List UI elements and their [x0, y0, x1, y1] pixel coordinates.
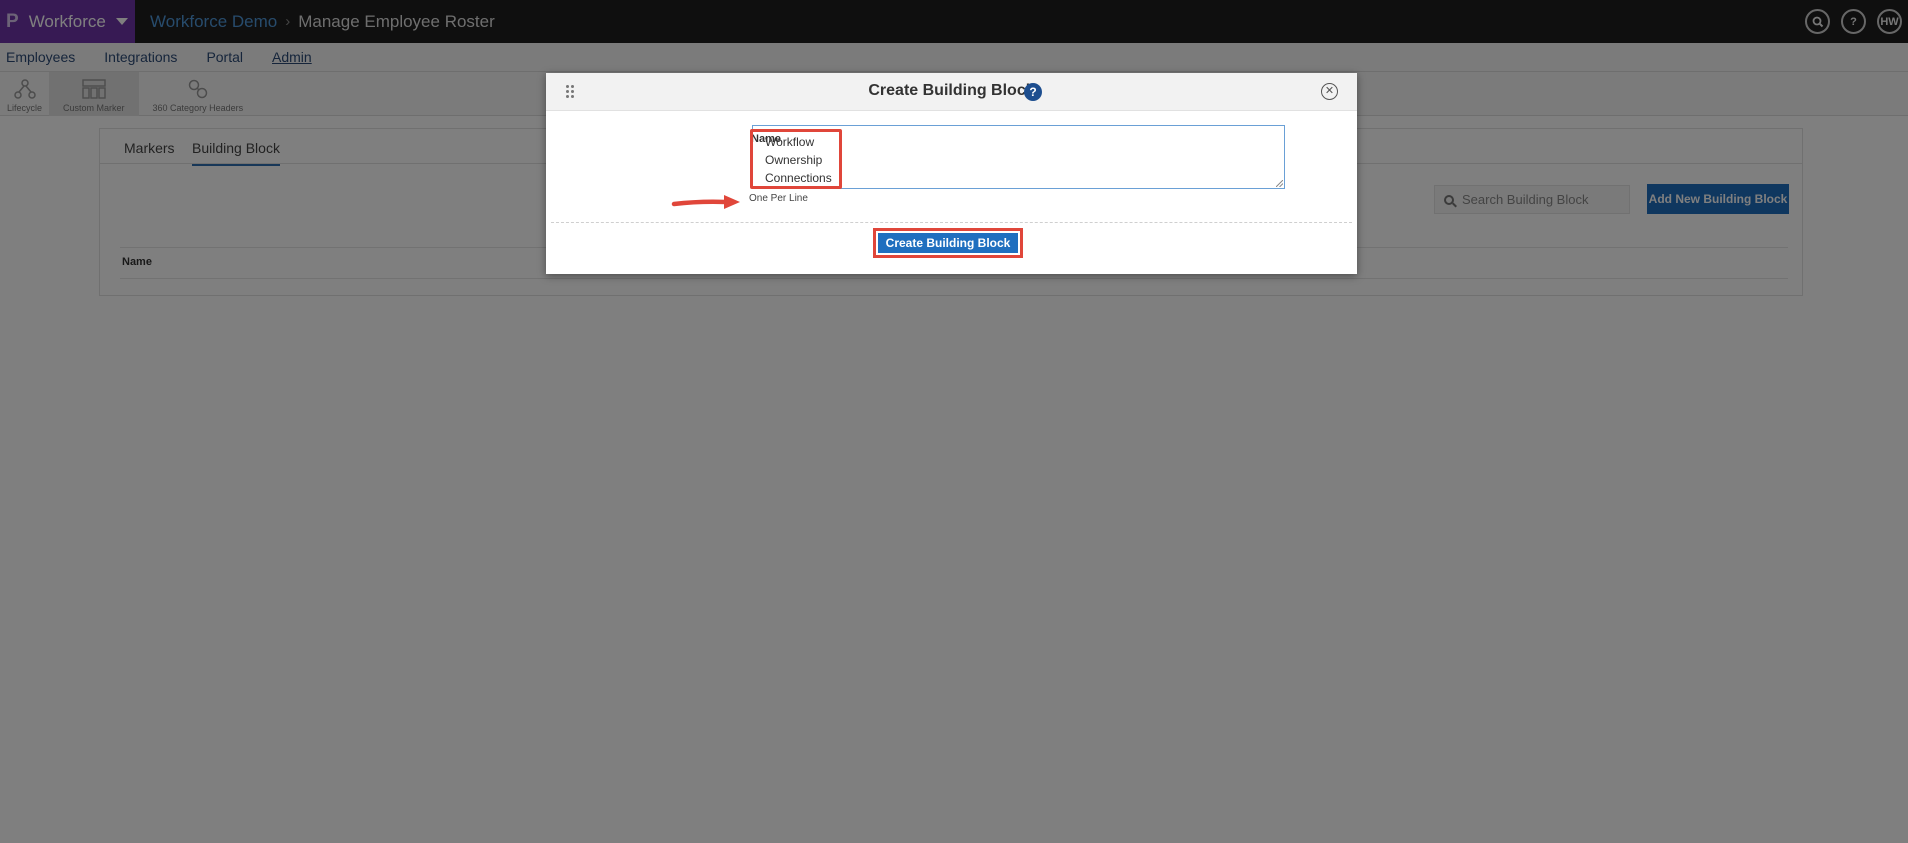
textarea-line: Workflow — [765, 135, 815, 149]
close-icon[interactable]: ✕ — [1321, 83, 1338, 100]
modal-header: Create Building Block ? ✕ — [546, 73, 1357, 111]
highlight-box — [750, 129, 842, 189]
modal-divider — [551, 222, 1352, 223]
textarea-line: Ownership — [765, 153, 823, 167]
create-building-block-modal: Create Building Block ? ✕ Name Workflow … — [546, 73, 1357, 274]
annotation-arrow-icon — [671, 195, 740, 209]
resize-handle-icon[interactable] — [1276, 180, 1283, 187]
create-building-block-button[interactable]: Create Building Block — [878, 233, 1018, 253]
modal-title: Create Building Block — [868, 82, 1035, 99]
textarea-line: Connections — [765, 171, 832, 185]
one-per-line-hint: One Per Line — [749, 193, 808, 204]
highlight-box: Create Building Block — [873, 228, 1023, 258]
help-icon[interactable]: ? — [1024, 83, 1042, 101]
